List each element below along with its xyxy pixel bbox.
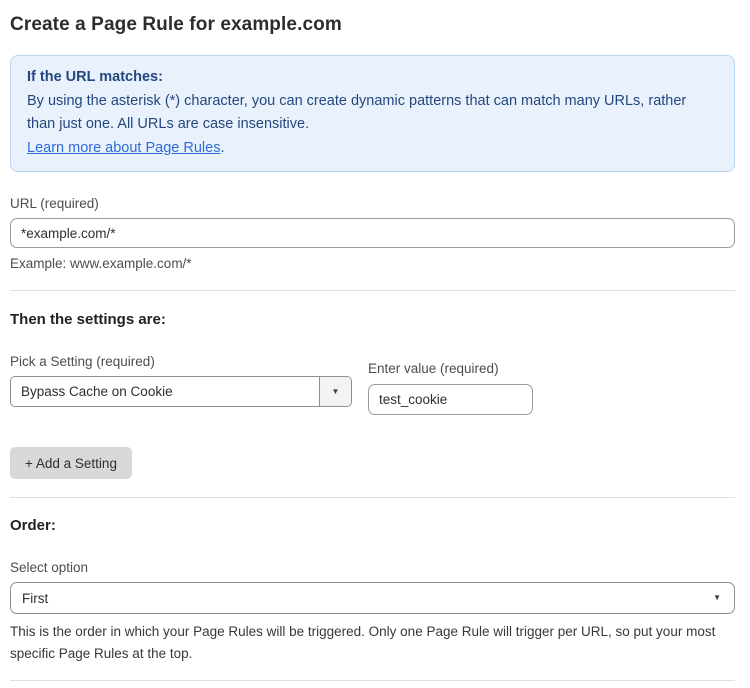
url-example-hint: Example: www.example.com/* <box>10 255 735 272</box>
info-box-heading: If the URL matches: <box>27 66 718 90</box>
order-select[interactable]: First ▼ <box>10 582 735 614</box>
setting-value-input[interactable] <box>368 384 533 415</box>
enter-value-label: Enter value (required) <box>368 360 533 377</box>
divider <box>10 290 735 291</box>
chevron-down-icon: ▼ <box>713 594 721 602</box>
add-setting-button[interactable]: + Add a Setting <box>10 447 132 479</box>
settings-row: Pick a Setting (required) Bypass Cache o… <box>10 353 735 415</box>
url-input[interactable] <box>10 218 735 248</box>
create-page-rule-panel: Create a Page Rule for example.com If th… <box>0 0 750 688</box>
chevron-down-icon: ▼ <box>332 388 340 396</box>
select-option-label: Select option <box>10 559 735 576</box>
order-section-heading: Order: <box>10 516 735 536</box>
page-title: Create a Page Rule for example.com <box>10 12 735 38</box>
pick-setting-column: Pick a Setting (required) Bypass Cache o… <box>10 353 352 415</box>
setting-select[interactable]: Bypass Cache on Cookie ▼ <box>10 376 352 407</box>
info-box-body: By using the asterisk (*) character, you… <box>27 90 718 137</box>
enter-value-column: Enter value (required) <box>368 360 533 415</box>
link-period: . <box>220 140 224 156</box>
info-box-link-line: Learn more about Page Rules. <box>27 137 718 161</box>
order-select-value: First <box>22 591 48 606</box>
setting-select-dropdown-button[interactable]: ▼ <box>319 377 351 406</box>
pick-setting-label: Pick a Setting (required) <box>10 353 352 370</box>
learn-more-page-rules-link[interactable]: Learn more about Page Rules <box>27 140 220 156</box>
divider <box>10 680 735 681</box>
url-label: URL (required) <box>10 195 735 212</box>
url-match-info-box: If the URL matches: By using the asteris… <box>10 55 735 172</box>
divider <box>10 497 735 498</box>
setting-select-value: Bypass Cache on Cookie <box>11 377 319 406</box>
order-help-text: This is the order in which your Page Rul… <box>10 621 735 665</box>
settings-section-heading: Then the settings are: <box>10 310 735 330</box>
